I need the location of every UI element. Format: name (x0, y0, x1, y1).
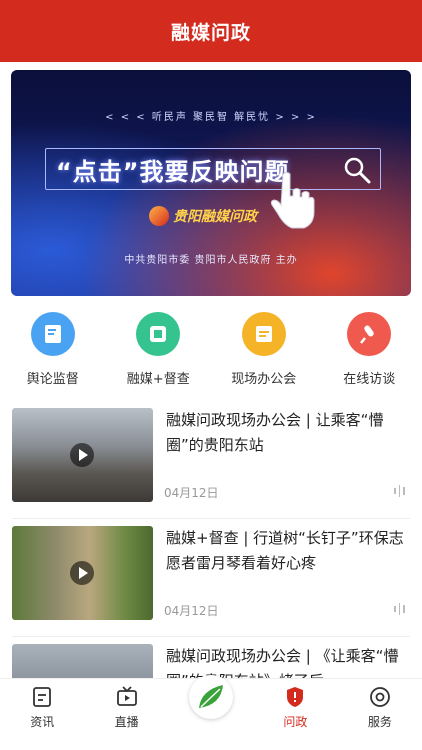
banner-headline: “点击”我要反映问题 (56, 157, 290, 186)
tab-label: 服务 (367, 715, 392, 729)
tab-live[interactable]: 直播 (84, 679, 168, 750)
quick-item-interview[interactable]: 在线访谈 (317, 312, 422, 392)
quick-label: 融媒+督查 (126, 372, 190, 387)
quick-actions: 舆论监督 融媒+督查 现场办公会 在线访谈 (0, 312, 422, 392)
quick-label: 舆论监督 (26, 372, 79, 387)
bottom-tabbar: 资讯 直播 问政 服务 (0, 675, 422, 750)
quick-label: 现场办公会 (231, 372, 297, 387)
service-icon (369, 687, 390, 707)
tab-label: 直播 (114, 715, 139, 729)
news-thumbnail (12, 526, 153, 620)
banner-logo: 贵阳融媒问政 (149, 206, 257, 226)
logo-mark-icon (149, 206, 169, 226)
mic-icon (347, 312, 392, 356)
page-title: 融媒问政 (170, 21, 251, 44)
logo-text: 贵阳融媒问政 (173, 209, 257, 225)
tab-label: 资讯 (30, 715, 55, 729)
leaf-icon (199, 685, 224, 708)
app-header: 融媒问政 (0, 0, 422, 62)
quick-item-opinion[interactable]: 舆论监督 (0, 312, 106, 392)
news-icon (33, 687, 52, 707)
news-date: 04月12日 (164, 486, 219, 500)
promo-banner[interactable]: < < < 听民声 聚民智 解民忧 > > > “点击”我要反映问题 贵阳融媒问… (11, 70, 411, 296)
news-thumbnail (12, 408, 153, 502)
news-date: 04月12日 (164, 604, 219, 618)
tab-home[interactable] (169, 675, 253, 750)
meeting-icon (241, 312, 286, 356)
leaf-button[interactable] (189, 675, 234, 719)
audio-bars-icon (394, 484, 408, 498)
list-item[interactable]: 融媒问政现场办公会 | 让乘客“懵圈”的贵阳东站 04月12日 (0, 400, 422, 518)
tab-news[interactable]: 资讯 (0, 679, 84, 750)
tab-service[interactable]: 服务 (338, 679, 422, 750)
pointer-hand-icon (270, 172, 315, 229)
quick-item-inspect[interactable]: 融媒+督查 (106, 312, 212, 392)
banner-tagline: < < < 听民声 聚民智 解民忧 > > > (105, 112, 317, 123)
report-issue-box[interactable]: “点击”我要反映问题 (45, 148, 381, 190)
tab-inquiry[interactable]: 问政 (253, 679, 337, 750)
news-title: 融媒+督查 | 行道树“长钉子”环保志愿者雷月琴看着好心疼 (166, 529, 404, 572)
inspect-icon (136, 312, 181, 356)
report-icon (30, 312, 75, 356)
banner-host: 中共贵阳市委 贵阳市人民政府 主办 (124, 255, 298, 266)
tv-icon (116, 686, 137, 706)
list-item[interactable]: 融媒+督查 | 行道树“长钉子”环保志愿者雷月琴看着好心疼 04月12日 (0, 518, 422, 636)
quick-label: 在线访谈 (343, 372, 396, 387)
quick-item-meeting[interactable]: 现场办公会 (211, 312, 317, 392)
shield-icon (287, 687, 304, 707)
play-icon (70, 561, 94, 585)
play-icon (70, 443, 94, 467)
tab-label: 问政 (283, 715, 308, 729)
audio-bars-icon (394, 602, 408, 616)
search-icon (344, 157, 371, 184)
news-title: 融媒问政现场办公会 | 让乘客“懵圈”的贵阳东站 (166, 411, 384, 454)
